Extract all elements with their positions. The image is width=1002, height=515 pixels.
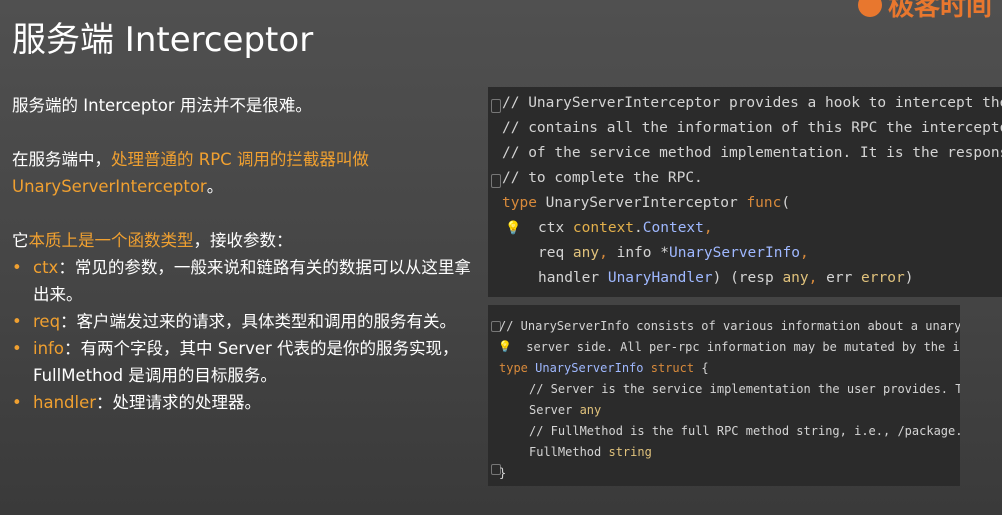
bullet-item: info：有两个字段，其中 Server 代表的是你的服务实现，FullMeth… [12, 335, 472, 389]
code-line: type UnaryServerInfo struct { [499, 361, 709, 375]
code-line: handler UnaryHandler) (resp any, err err… [538, 270, 914, 286]
bullet-item: handler：处理请求的处理器。 [12, 389, 472, 416]
lightbulb-icon[interactable]: 💡 [498, 340, 512, 353]
fold-icon [491, 174, 501, 188]
para-2: 在服务端中，处理普通的 RPC 调用的拦截器叫做 UnaryServerInter… [12, 146, 472, 200]
code-comment-line: // FullMethod is the full RPC method str… [529, 424, 960, 438]
code-line: FullMethod string [529, 445, 652, 459]
lightbulb-icon[interactable]: 💡 [505, 221, 521, 236]
slide-title: 服务端 Interceptor [12, 20, 314, 60]
para-2-suffix: 。 [206, 177, 224, 196]
code-comment-line: // to complete the RPC. [502, 170, 703, 186]
code-comment-line: // UnaryServerInfo consists of various i… [499, 319, 960, 333]
code-comment-line: // UnaryServerInterceptor provides a hoo… [502, 95, 1002, 111]
code-comment-line: // Server is the service implementation … [529, 382, 960, 396]
para-3-highlight: 本质上是一个函数类型 [28, 231, 194, 250]
code-line: Server any [529, 403, 602, 417]
para-2-prefix: 在服务端中， [12, 150, 111, 169]
bullet-term: handler [33, 393, 97, 412]
bullet-desc: ：处理请求的处理器。 [96, 393, 262, 412]
bullet-item: req：客户端发过来的请求，具体类型和调用的服务有关。 [12, 308, 472, 335]
code-block-interceptor: // UnaryServerInterceptor provides a hoo… [488, 87, 1002, 297]
code-line: ctx context.Context, [538, 220, 713, 236]
para-3: 它本质上是一个函数类型，接收参数： [12, 227, 472, 254]
para-3-suffix: ，接收参数： [193, 231, 293, 250]
code-comment-line: // of the service method implementation.… [502, 145, 1002, 161]
slide-text: 服务端的 Interceptor 用法并不是很难。 在服务端中，处理普通的 RP… [12, 92, 472, 416]
code-line: req any, info *UnaryServerInfo, [538, 245, 809, 261]
bullet-term: req [33, 312, 61, 331]
logo-text: 极客时间 [887, 0, 992, 22]
code-block-server-info: // UnaryServerInfo consists of various i… [488, 305, 960, 486]
intro-text: 服务端的 Interceptor 用法并不是很难。 [12, 96, 312, 115]
para-2-highlight-2: UnaryServerInterceptor [12, 177, 207, 196]
bullet-term: ctx [33, 258, 59, 277]
bullet-desc: ：常见的参数，一般来说和链路有关的数据可以从这里拿出来。 [33, 258, 471, 304]
code-comment-line: // contains all the information of this … [502, 120, 1002, 136]
code-comment-line: server side. All per-rpc information may… [526, 340, 960, 354]
bullet-item: ctx：常见的参数，一般来说和链路有关的数据可以从这里拿出来。 [12, 254, 472, 308]
param-list: ctx：常见的参数，一般来说和链路有关的数据可以从这里拿出来。 req：客户端发… [12, 254, 472, 416]
bullet-desc: ：有两个字段，其中 Server 代表的是你的服务实现，FullMethod 是… [33, 339, 459, 385]
bullet-desc: ：客户端发过来的请求，具体类型和调用的服务有关。 [60, 312, 457, 331]
para-2-highlight: 处理普通的 RPC 调用的拦截器叫做 [111, 150, 369, 169]
code-line: type UnaryServerInterceptor func( [502, 195, 791, 211]
logo-icon [857, 0, 882, 17]
brand-logo: 极客时间 [857, 0, 992, 23]
bullet-term: info [33, 339, 64, 358]
fold-icon [491, 99, 501, 113]
para-3-prefix: 它 [12, 231, 29, 250]
code-line: } [499, 466, 507, 480]
